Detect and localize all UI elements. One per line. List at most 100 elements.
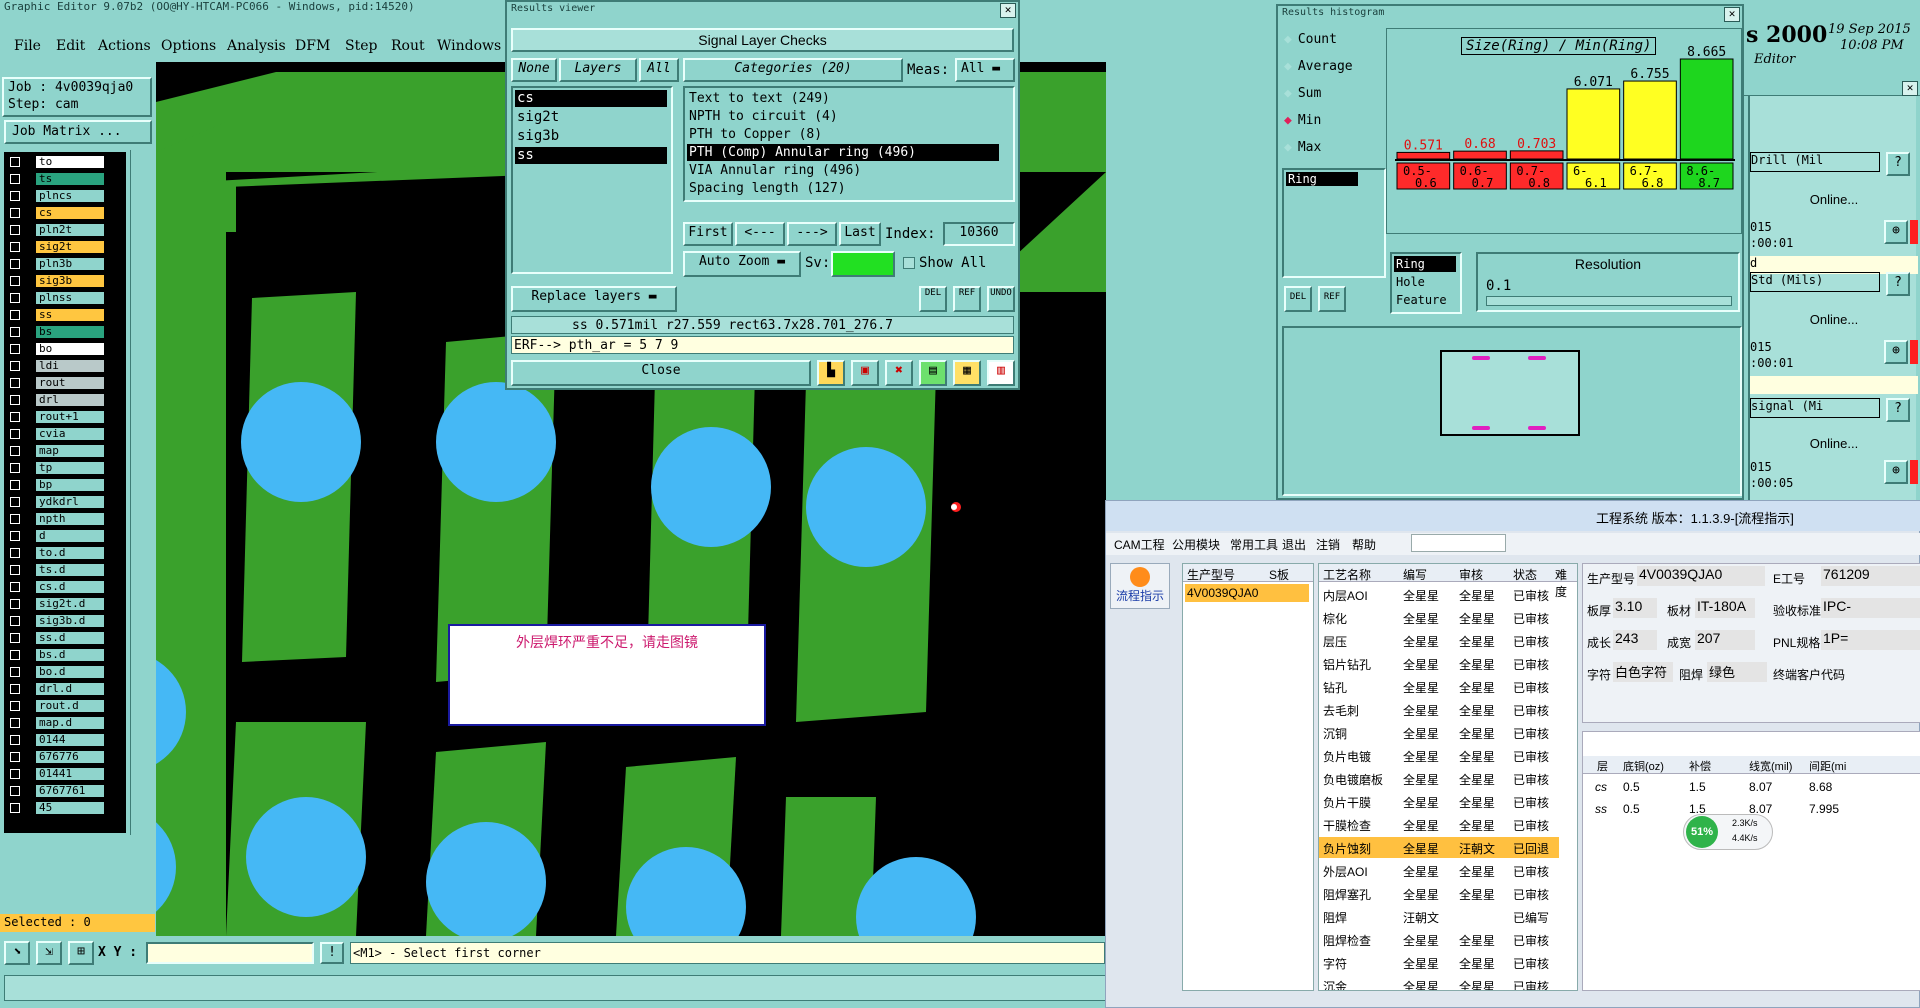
ref-button[interactable]: REF [953, 286, 981, 312]
layer-row[interactable]: 6767761 [8, 785, 104, 797]
del-button[interactable]: DEL [919, 286, 947, 312]
layer-checkbox[interactable] [10, 582, 20, 592]
layer-row[interactable]: cs.d [8, 581, 104, 593]
layer-checkbox[interactable] [10, 514, 20, 524]
type-item[interactable]: Hole [1394, 274, 1456, 290]
histogram-bar[interactable] [1679, 58, 1734, 160]
model-row[interactable]: 4V0039QJA0 [1185, 584, 1309, 602]
cam-menu-3[interactable]: 常用工具 [1230, 536, 1278, 553]
layer-row[interactable]: bs.d [8, 649, 104, 661]
hist-del-button[interactable]: DEL [1284, 286, 1312, 312]
close-button[interactable]: Close [511, 360, 811, 386]
zoom-icon-2[interactable]: ⊕ [1884, 340, 1908, 364]
menu-step[interactable]: Step [345, 38, 377, 54]
tool4-icon[interactable]: ▤ [919, 360, 947, 386]
tool-zoom-icon[interactable]: ⇲ [36, 941, 62, 965]
layer-checkbox[interactable] [10, 701, 20, 711]
layer-checkbox[interactable] [10, 718, 20, 728]
cam-menu-1[interactable]: CAM工程 [1114, 536, 1165, 553]
menu-actions[interactable]: Actions [98, 38, 151, 54]
layer-checkbox[interactable] [10, 378, 20, 388]
layer-checkbox[interactable] [10, 599, 20, 609]
rv-category-item[interactable]: PTH (Comp) Annular ring (496) [687, 144, 999, 161]
layer-row[interactable]: bo [8, 343, 104, 355]
close-icon[interactable]: ✕ [1000, 3, 1016, 18]
online-button-1[interactable]: Online... [1750, 192, 1918, 207]
category-listbox[interactable]: Text to text (249) NPTH to circuit (4) PTH… [683, 86, 1015, 202]
sv-dropdown[interactable] [831, 251, 895, 277]
layer-listbox[interactable]: cs sig2t sig3b ss [511, 86, 673, 274]
help-icon-3[interactable]: ? [1886, 398, 1910, 422]
layer-row[interactable]: ss [8, 309, 104, 321]
layer-checkbox[interactable] [10, 344, 20, 354]
layer-checkbox[interactable] [10, 191, 20, 201]
layer-row[interactable]: ts.d [8, 564, 104, 576]
layer-row[interactable]: npth [8, 513, 104, 525]
rv-layer-item[interactable]: cs [515, 90, 667, 107]
process-row[interactable]: 层压 全星星 全星星 已审核 [1319, 630, 1559, 651]
process-row[interactable]: 棕化 全星星 全星星 已审核 [1319, 607, 1559, 628]
layer-checkbox[interactable] [10, 395, 20, 405]
process-row[interactable]: 去毛刺 全星星 全星星 已审核 [1319, 699, 1559, 720]
layer-checkbox[interactable] [10, 480, 20, 490]
layer-row[interactable]: map.d [8, 717, 104, 729]
layer-row[interactable]: sig2t.d [8, 598, 104, 610]
layer-row[interactable]: bo.d [8, 666, 104, 678]
cam-menu-2[interactable]: 公用模块 [1172, 536, 1220, 553]
layer-checkbox[interactable] [10, 497, 20, 507]
layer-checkbox[interactable] [10, 412, 20, 422]
process-row[interactable]: 字符 全星星 全星星 已审核 [1319, 952, 1559, 973]
menu-windows[interactable]: Windows [437, 38, 501, 54]
process-row[interactable]: 负片干膜 全星星 全星星 已审核 [1319, 791, 1559, 812]
layer-checkbox[interactable] [10, 327, 20, 337]
process-row[interactable]: 负片蚀刻 全星星 汪朝文 已回退 [1319, 837, 1559, 858]
menu-edit[interactable]: Edit [56, 38, 85, 54]
layer-checkbox[interactable] [10, 803, 20, 813]
layer-row[interactable]: bs [8, 326, 104, 338]
ring-item[interactable]: Ring [1286, 172, 1358, 186]
layer-row[interactable]: sig3b [8, 275, 104, 287]
process-row[interactable]: 内层AOI 全星星 全星星 已审核 [1319, 584, 1559, 605]
layer-row[interactable]: d [8, 530, 104, 542]
tool3-icon[interactable]: ✖ [885, 360, 913, 386]
resolution-slider[interactable] [1486, 296, 1732, 306]
layer-row[interactable]: rout [8, 377, 104, 389]
layer-checkbox[interactable] [10, 667, 20, 677]
layer-checkbox[interactable] [10, 752, 20, 762]
layer-checkbox[interactable] [10, 548, 20, 558]
hist-ref-button[interactable]: REF [1318, 286, 1346, 312]
hist-option[interactable]: ◆ Count [1284, 32, 1384, 52]
layer-row[interactable]: plnss [8, 292, 104, 304]
layer-checkbox[interactable] [10, 310, 20, 320]
layer-row[interactable]: cs [8, 207, 104, 219]
process-row[interactable]: 负电镀磨板 全星星 全星星 已审核 [1319, 768, 1559, 789]
process-row[interactable]: 阻焊塞孔 全星星 全星星 已审核 [1319, 883, 1559, 904]
process-row[interactable]: 沉铜 全星星 全星星 已审核 [1319, 722, 1559, 743]
hist-option[interactable]: ◆ Average [1284, 59, 1384, 79]
layer-checkbox[interactable] [10, 633, 20, 643]
tool2-icon[interactable]: ▣ [851, 360, 879, 386]
menu-dfm[interactable]: DFM [295, 38, 330, 54]
tool5-icon[interactable]: ▦ [953, 360, 981, 386]
layer-row[interactable]: pln3b [8, 258, 104, 270]
layer-checkbox[interactable] [10, 786, 20, 796]
layer-checkbox[interactable] [10, 735, 20, 745]
layer-row[interactable]: plncs [8, 190, 104, 202]
layer-checkbox[interactable] [10, 361, 20, 371]
type-list[interactable]: Ring Hole Feature [1390, 252, 1462, 314]
online-button-3[interactable]: Online... [1750, 436, 1918, 451]
index-input[interactable]: 10360 [943, 222, 1015, 246]
hist-option[interactable]: ◆ Min [1284, 113, 1384, 133]
process-row[interactable]: 沉金 全星星 全星星 已审核 [1319, 975, 1559, 990]
show-all-checkbox[interactable] [903, 257, 915, 269]
tool6-icon[interactable]: ▥ [987, 360, 1015, 386]
layer-checkbox[interactable] [10, 769, 20, 779]
layer-row[interactable]: drl [8, 394, 104, 406]
rv-category-item[interactable]: NPTH to circuit (4) [687, 108, 999, 125]
layer-row[interactable]: ss.d [8, 632, 104, 644]
rv-category-item[interactable]: VIA Annular ring (496) [687, 162, 999, 179]
process-row[interactable]: 铝片钻孔 全星星 全星星 已审核 [1319, 653, 1559, 674]
all-tab[interactable]: All [639, 58, 679, 82]
layer-checkbox[interactable] [10, 157, 20, 167]
rv-category-item[interactable]: Text to text (249) [687, 90, 999, 107]
